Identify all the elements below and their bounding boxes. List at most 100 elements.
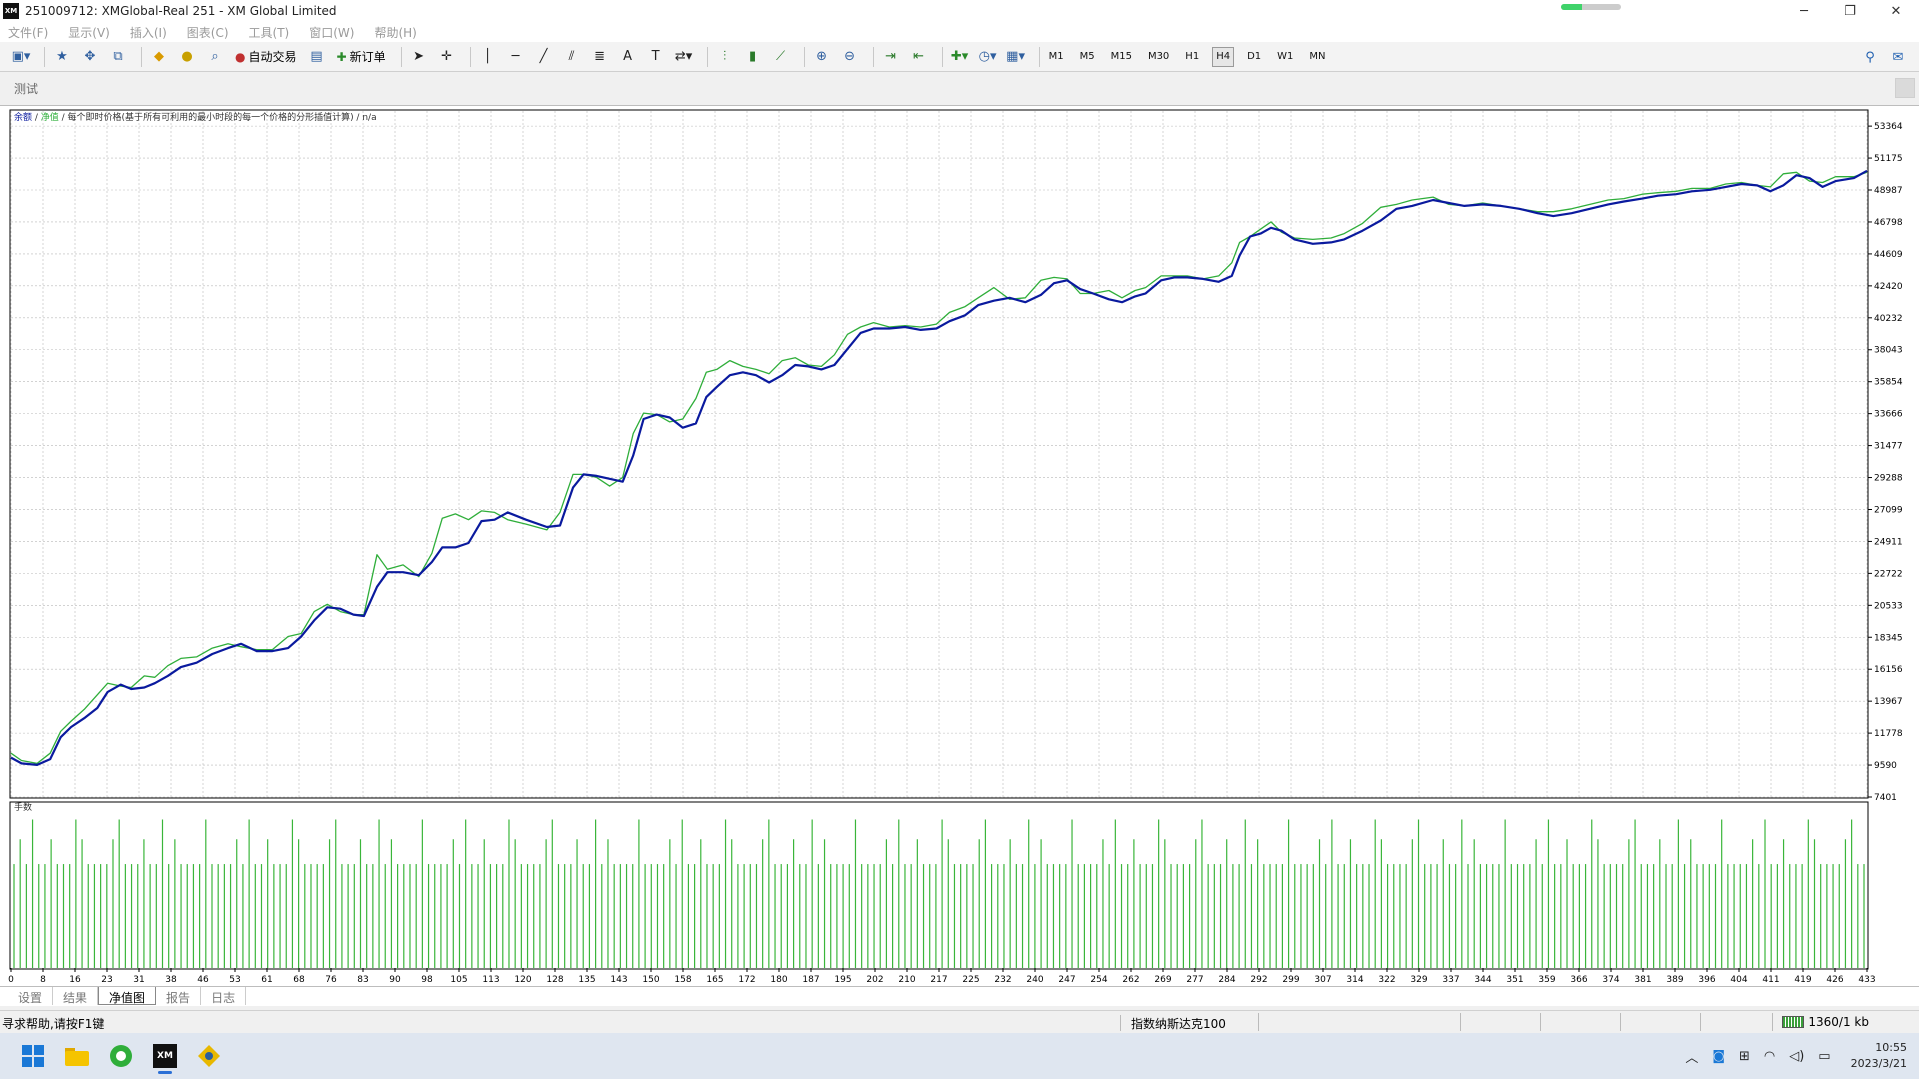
status-divider [1620, 1013, 1621, 1031]
text-icon[interactable]: A [617, 46, 639, 68]
clock[interactable]: 10:55 2023/3/21 [1851, 1040, 1907, 1072]
xm-terminal-icon[interactable]: XM [146, 1037, 184, 1075]
auto-trading-button[interactable]: ● 自动交易 [232, 46, 300, 68]
timeframe-m1[interactable]: M1 [1046, 47, 1067, 67]
minimize-button[interactable]: ─ [1781, 0, 1827, 22]
menu-insert[interactable]: 插入(I) [130, 24, 167, 41]
wifi-icon[interactable]: ◠ [1764, 1049, 1775, 1064]
profiles-icon[interactable]: ★ [51, 46, 73, 68]
timeframe-w1[interactable]: W1 [1274, 47, 1296, 67]
volume-panel-border [9, 801, 1869, 970]
trend-line-icon[interactable]: ╱ [533, 46, 555, 68]
search-icon[interactable]: ⚲ [1859, 46, 1881, 68]
file-explorer-icon[interactable] [58, 1037, 96, 1075]
indicators-icon[interactable]: ✚▾ [949, 46, 971, 68]
battery-icon[interactable]: ▭ [1818, 1049, 1830, 1064]
close-button[interactable]: ✕ [1873, 0, 1919, 22]
x-tick-label: 426 [1826, 975, 1843, 985]
chat-icon[interactable]: ✉ [1887, 46, 1909, 68]
y-tick-label: 29288 [1874, 474, 1903, 484]
bar-chart-icon[interactable]: ⫶ [714, 46, 736, 68]
y-axis: 53364 51175 48987 46798 44609 42420 40232 38043… [1868, 122, 1903, 803]
browser-icon[interactable] [102, 1037, 140, 1075]
chart-shift-icon[interactable]: ⇤ [908, 46, 930, 68]
toolbar-separator [44, 46, 45, 67]
x-tick-label: 284 [1218, 975, 1235, 985]
tab-results[interactable]: 结果 [53, 987, 99, 1005]
menu-file[interactable]: 文件(F) [8, 24, 48, 41]
toolbar-separator [141, 46, 142, 67]
meta-editor-icon[interactable]: ▤ [306, 46, 328, 68]
zoom-out-icon[interactable]: ⊖ [839, 46, 861, 68]
xm-app-icon: XM [153, 1044, 177, 1068]
menu-tools[interactable]: 工具(T) [249, 24, 290, 41]
auto-trading-icon: ● [235, 49, 246, 64]
x-tick-label: 419 [1794, 975, 1811, 985]
menu-window[interactable]: 窗口(W) [309, 24, 354, 41]
chart-border [9, 109, 1869, 799]
tester-panel-header: 测试 [0, 72, 1919, 106]
new-order-button[interactable]: ✚ 新订单 [334, 46, 389, 68]
menu-charts[interactable]: 图表(C) [187, 24, 229, 41]
tab-settings[interactable]: 设置 [8, 987, 54, 1005]
new-chart-icon[interactable]: ▣▾ [10, 46, 32, 68]
fibonacci-icon[interactable]: ≣ [589, 46, 611, 68]
line-chart-icon[interactable]: ⟋ [770, 46, 792, 68]
x-tick-label: 68 [293, 975, 305, 985]
market-watch-icon[interactable]: ✥ [79, 46, 101, 68]
terminal-icon[interactable]: ● [176, 46, 198, 68]
x-tick-label: 225 [962, 975, 979, 985]
x-tick-label: 31 [133, 975, 144, 985]
crosshair-icon[interactable]: ✛ [436, 46, 458, 68]
templates-icon[interactable]: ▦▾ [1005, 46, 1027, 68]
cursor-icon[interactable]: ➤ [408, 46, 430, 68]
x-tick-label: 202 [866, 975, 883, 985]
x-tick-label: 187 [802, 975, 819, 985]
timeframe-mn[interactable]: MN [1306, 47, 1328, 67]
text-label-icon[interactable]: T [645, 46, 667, 68]
shapes-icon[interactable]: ⇄▾ [673, 46, 695, 68]
trading-app-icon[interactable] [190, 1037, 228, 1075]
menu-view[interactable]: 显示(V) [68, 24, 110, 41]
tray-network-app-icon[interactable]: ⊞ [1739, 1049, 1750, 1064]
system-tray: ︿ ◙ ⊞ ◠ ◁) ▭ 10:55 2023/3/21 [1671, 1033, 1907, 1079]
vertical-line-icon[interactable]: │ [477, 46, 499, 68]
candlestick-icon[interactable]: ▮ [742, 46, 764, 68]
auto-scroll-icon[interactable]: ⇥ [880, 46, 902, 68]
equity-chart-frame: 53364 51175 48987 46798 44609 42420 40232 38043… [0, 106, 1919, 986]
panel-title: 测试 [14, 82, 39, 96]
timeframe-m5[interactable]: M5 [1077, 47, 1098, 67]
x-tick-label: 180 [770, 975, 787, 985]
timeframe-m15[interactable]: M15 [1108, 47, 1135, 67]
title-progress-bar [1561, 4, 1621, 10]
strategy-tester-icon[interactable]: ⌕ [204, 46, 226, 68]
tab-graph[interactable]: 净值图 [98, 987, 157, 1005]
toolbar-separator [1038, 46, 1040, 67]
menu-help[interactable]: 帮助(H) [374, 24, 416, 41]
timeframe-m30[interactable]: M30 [1145, 47, 1172, 67]
x-tick-label: 292 [1250, 975, 1267, 985]
timeframe-h4[interactable]: H4 [1212, 46, 1235, 67]
x-tick-label: 269 [1154, 975, 1171, 985]
tab-journal[interactable]: 日志 [201, 987, 247, 1005]
zoom-in-icon[interactable]: ⊕ [811, 46, 833, 68]
panel-toggle-button[interactable] [1895, 78, 1915, 98]
maximize-button[interactable]: ❐ [1827, 0, 1873, 22]
data-window-icon[interactable]: ⧉ [107, 46, 129, 68]
tray-app-icon[interactable]: ◙ [1712, 1049, 1725, 1064]
timeframe-h1[interactable]: H1 [1182, 47, 1202, 67]
horizontal-line-icon[interactable]: ─ [505, 46, 527, 68]
tray-overflow-icon[interactable]: ︿ [1685, 1047, 1698, 1066]
x-tick-label: 351 [1506, 975, 1523, 985]
windows-start-icon[interactable] [14, 1037, 52, 1075]
y-tick-label: 46798 [1874, 218, 1903, 228]
y-tick-label: 20533 [1874, 601, 1903, 611]
navigator-icon[interactable]: ◆ [148, 46, 170, 68]
equity-chart: 5336451175489874679844609424204023238043… [8, 109, 1903, 985]
tab-report[interactable]: 报告 [156, 987, 202, 1005]
timeframe-d1[interactable]: D1 [1244, 47, 1264, 67]
channel-icon[interactable]: ⫽ [561, 46, 583, 68]
periods-icon[interactable]: ◷▾ [977, 46, 999, 68]
volume-icon[interactable]: ◁) [1789, 1049, 1804, 1064]
x-tick-label: 90 [389, 975, 401, 985]
